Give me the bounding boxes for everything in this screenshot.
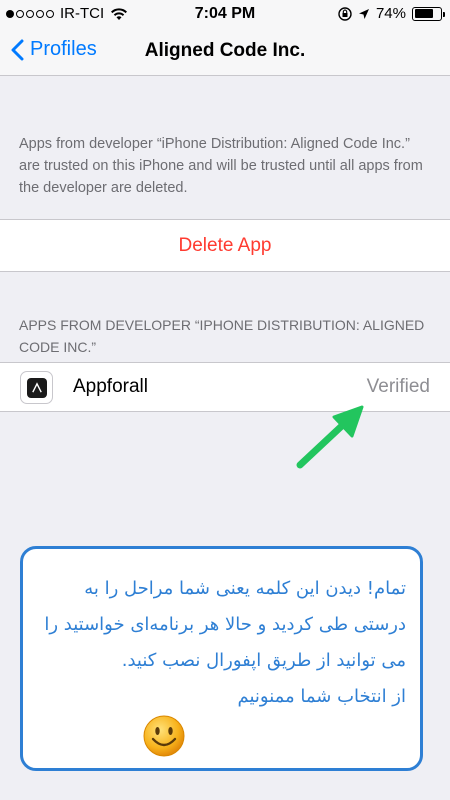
- app-icon: [20, 371, 53, 404]
- notice-box: تمام! دیدن این کلمه یعنی شما مراحل را به…: [20, 546, 423, 771]
- apps-section-header: APPS FROM DEVELOPER “IPHONE DISTRIBUTION…: [19, 317, 425, 355]
- caret-up-icon: [31, 381, 42, 393]
- app-row[interactable]: Appforall Verified: [0, 362, 450, 412]
- battery-fill: [414, 9, 433, 18]
- appforall-logo-icon: [26, 377, 47, 398]
- status-right: 74%: [338, 5, 445, 22]
- app-name: Appforall: [73, 376, 148, 397]
- notice-thanks: از انتخاب شما ممنونیم: [237, 686, 406, 707]
- trust-description: Apps from developer “iPhone Distribution…: [19, 136, 423, 196]
- delete-app-button[interactable]: Delete App: [0, 219, 450, 272]
- page-title: Aligned Code Inc.: [144, 40, 306, 61]
- battery-percent: 74%: [375, 5, 406, 22]
- navigation-bar: Profiles Aligned Code Inc.: [0, 28, 450, 76]
- verified-status: Verified: [366, 376, 430, 397]
- battery-icon: [412, 6, 445, 21]
- status-bar: IR-TCI 7:04 PM 74%: [0, 0, 450, 28]
- notice-message: تمام! دیدن این کلمه یعنی شما مراحل را به…: [41, 571, 406, 715]
- location-icon: [358, 8, 369, 19]
- smiley-icon: [143, 715, 185, 757]
- notice-text: تمام! دیدن این کلمه یعنی شما مراحل را به…: [44, 578, 406, 671]
- rotation-lock-icon: [338, 6, 352, 21]
- green-arrow-icon: [296, 405, 364, 469]
